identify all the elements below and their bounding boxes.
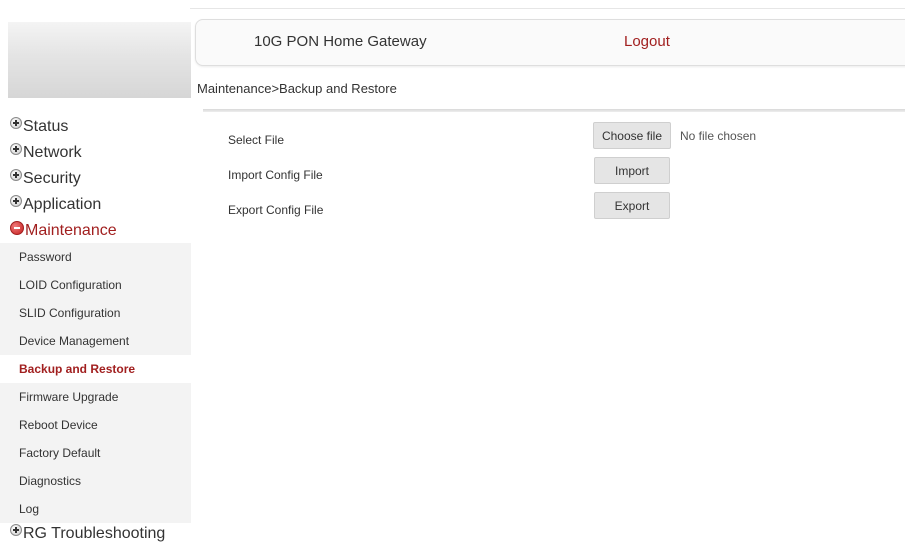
sidebar-item-label: Backup and Restore [19,362,136,376]
nav-maintenance[interactable]: Maintenance [10,220,117,240]
import-button[interactable]: Import [594,157,670,184]
nav-status-label: Status [23,118,69,135]
plus-circle-icon [10,116,22,129]
plus-circle-icon [10,168,22,181]
sidebar-item-diagnostics[interactable]: Diagnostics [0,467,191,495]
app-title: 10G PON Home Gateway [254,33,427,50]
nav-rg-troubleshooting-label: RG Troubleshooting [23,525,166,542]
sidebar-item-reboot-device[interactable]: Reboot Device [0,411,191,439]
sidebar-item-label: Log [19,502,40,516]
sidebar-item-label: Firmware Upgrade [19,390,119,404]
sidebar-item-factory-default[interactable]: Factory Default [0,439,191,467]
header-bar: 10G PON Home Gateway Logout [195,19,905,66]
sidebar-item-backup-and-restore[interactable]: Backup and Restore [0,355,191,383]
logo-area [8,22,191,98]
sidebar-item-label: SLID Configuration [19,306,121,320]
no-file-status: No file chosen [680,129,757,143]
top-divider [190,8,905,9]
nav-network[interactable]: Network [10,142,82,162]
nav-application-label: Application [23,196,102,213]
breadcrumb: Maintenance>Backup and Restore [197,81,397,96]
minus-circle-icon [10,220,24,235]
nav-status[interactable]: Status [10,116,69,136]
sidebar-item-label: Diagnostics [19,474,82,488]
breadcrumb-divider [203,109,905,112]
logout-link[interactable]: Logout [624,33,670,50]
nav-security-label: Security [23,170,81,187]
sidebar-item-label: Reboot Device [19,418,98,432]
sidebar-item-label: LOID Configuration [19,278,122,292]
export-config-label: Export Config File [228,203,324,217]
plus-circle-icon [10,523,22,536]
plus-circle-icon [10,194,22,207]
nav-rg-troubleshooting[interactable]: RG Troubleshooting [10,523,166,543]
select-file-label: Select File [228,133,285,147]
nav-application[interactable]: Application [10,194,102,214]
sidebar-item-label: Device Management [19,334,130,348]
sidebar-item-slid-configuration[interactable]: SLID Configuration [0,299,191,327]
sidebar-item-firmware-upgrade[interactable]: Firmware Upgrade [0,383,191,411]
sidebar-item-label: Factory Default [19,446,101,460]
nav-security[interactable]: Security [10,168,81,188]
sidebar-item-password[interactable]: Password [0,243,191,271]
sidebar-item-device-management[interactable]: Device Management [0,327,191,355]
sidebar-item-log[interactable]: Log [0,495,191,523]
plus-circle-icon [10,142,22,155]
import-config-label: Import Config File [228,168,323,182]
nav-maintenance-label: Maintenance [25,222,117,239]
nav-network-label: Network [23,144,82,161]
export-button[interactable]: Export [594,192,670,219]
sidebar-item-loid-configuration[interactable]: LOID Configuration [0,271,191,299]
choose-file-button[interactable]: Choose file [593,122,671,149]
sidebar-item-label: Password [19,250,72,264]
